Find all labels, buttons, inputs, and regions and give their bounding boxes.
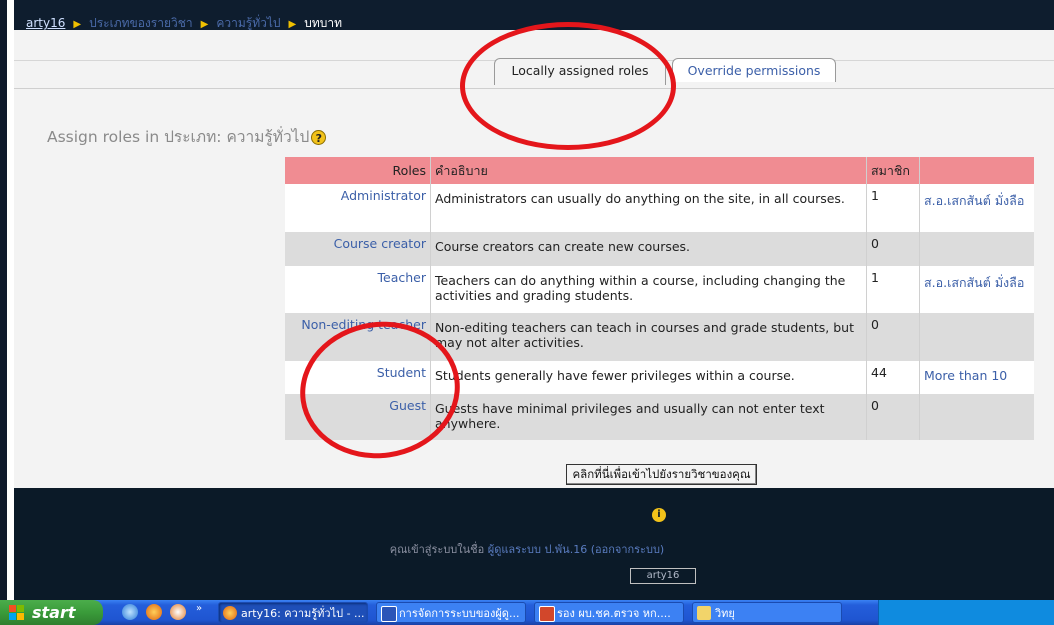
member-count: 44 <box>866 361 920 394</box>
member-count: 0 <box>866 394 920 440</box>
role-link-course-creator[interactable]: Course creator <box>285 232 431 266</box>
table-row: Teacher Teachers can do anything within … <box>285 266 1034 313</box>
taskbar-item-word[interactable]: การจัดการระบบของผู้ดู... <box>376 602 526 623</box>
login-info: คุณเข้าสู่ระบบในชื่อ ผู้ดูแลระบบ ป.พัน.1… <box>0 540 1054 558</box>
column-header-users <box>919 157 1034 184</box>
site-home-link[interactable]: arty16 <box>630 568 696 584</box>
start-label: start <box>32 603 76 622</box>
taskbar-item-label: arty16: ความรู้ทั่วไป - ... <box>241 607 365 620</box>
windows-flag-icon <box>9 605 25 620</box>
breadcrumb-current: บทบาท <box>304 16 342 30</box>
windows-taskbar: start » arty16: ความรู้ทั่วไป - ... การจ… <box>0 600 1054 625</box>
firefox-icon <box>223 606 237 620</box>
member-count: 1 <box>866 266 920 313</box>
page-title-text: Assign roles in ประเภท: ความรู้ทั่วไป <box>47 128 310 146</box>
annotation-circle <box>460 22 676 150</box>
system-tray <box>878 600 1054 625</box>
role-description: Non-editing teachers can teach in course… <box>430 313 867 361</box>
start-button[interactable]: start <box>0 600 103 625</box>
member-user-link[interactable]: ส.อ.เสกสันต์ มั่งลือ <box>919 184 1034 232</box>
role-description: Administrators can usually do anything o… <box>430 184 867 232</box>
taskbar-item-folder[interactable]: วิทยุ <box>692 602 842 623</box>
member-user-link[interactable]: More than 10 <box>919 361 1034 394</box>
media-quicklaunch-icon[interactable] <box>170 604 186 620</box>
role-link-administrator[interactable]: Administrator <box>285 184 431 232</box>
member-user-link[interactable] <box>919 232 1034 266</box>
go-to-courses-button[interactable]: คลิกที่นี่เพื่อเข้าไปยังรายวิชาของคุณ <box>566 464 757 485</box>
window-left-border <box>0 0 7 600</box>
taskbar-item-label: การจัดการระบบของผู้ดู... <box>399 607 520 620</box>
login-user-link[interactable]: ผู้ดูแลระบบ ป.พัน.16 <box>488 543 587 556</box>
table-header-row: Roles คำอธิบาย สมาชิก <box>285 157 1034 184</box>
role-link-teacher[interactable]: Teacher <box>285 266 431 313</box>
breadcrumb-arrow-icon: ▶ <box>200 19 209 30</box>
ie-quicklaunch-icon[interactable] <box>122 604 138 620</box>
quicklaunch-more-icon[interactable]: » <box>196 603 202 614</box>
folder-icon <box>697 606 711 620</box>
firefox-quicklaunch-icon[interactable] <box>146 604 162 620</box>
help-icon[interactable]: ? <box>311 130 327 145</box>
login-prefix: คุณเข้าสู่ระบบในชื่อ <box>389 543 485 556</box>
role-description: Teachers can do anything within a course… <box>430 266 867 313</box>
table-row: Administrator Administrators can usually… <box>285 184 1034 232</box>
powerpoint-icon <box>539 606 555 622</box>
page-title: Assign roles in ประเภท: ความรู้ทั่วไป? <box>47 124 327 149</box>
taskbar-item-label: วิทยุ <box>715 607 735 620</box>
member-count: 1 <box>866 184 920 232</box>
info-icon: i <box>652 508 666 522</box>
breadcrumb-home-link[interactable]: arty16 <box>26 16 65 30</box>
taskbar-item-browser[interactable]: arty16: ความรู้ทั่วไป - ... <box>218 602 368 623</box>
taskbar-item-powerpoint[interactable]: รอง ผบ.ชค.ตรวจ หก.... <box>534 602 684 623</box>
breadcrumb-arrow-icon: ▶ <box>288 19 297 30</box>
member-count: 0 <box>866 232 920 266</box>
taskbar-item-label: รอง ผบ.ชค.ตรวจ หก.... <box>557 607 671 620</box>
member-user-link[interactable] <box>919 313 1034 361</box>
column-header-description: คำอธิบาย <box>430 157 867 184</box>
logout-link[interactable]: (ออกจากระบบ) <box>591 543 665 556</box>
table-row: Course creator Course creators can creat… <box>285 232 1034 266</box>
breadcrumb-subcategory-link[interactable]: ความรู้ทั่วไป <box>216 16 280 30</box>
member-count: 0 <box>866 313 920 361</box>
tab-override-permissions[interactable]: Override permissions <box>672 58 836 82</box>
role-description: Guests have minimal privileges and usual… <box>430 394 867 440</box>
role-description: Students generally have fewer privileges… <box>430 361 867 394</box>
breadcrumb-arrow-icon: ▶ <box>73 19 82 30</box>
column-header-members: สมาชิก <box>866 157 920 184</box>
column-header-roles: Roles <box>285 157 431 184</box>
role-description: Course creators can create new courses. <box>430 232 867 266</box>
breadcrumb-category-link[interactable]: ประเภทของรายวิชา <box>89 16 193 30</box>
member-user-link[interactable]: ส.อ.เสกสันต์ มั่งลือ <box>919 266 1034 313</box>
member-user-link[interactable] <box>919 394 1034 440</box>
word-icon <box>381 606 397 622</box>
